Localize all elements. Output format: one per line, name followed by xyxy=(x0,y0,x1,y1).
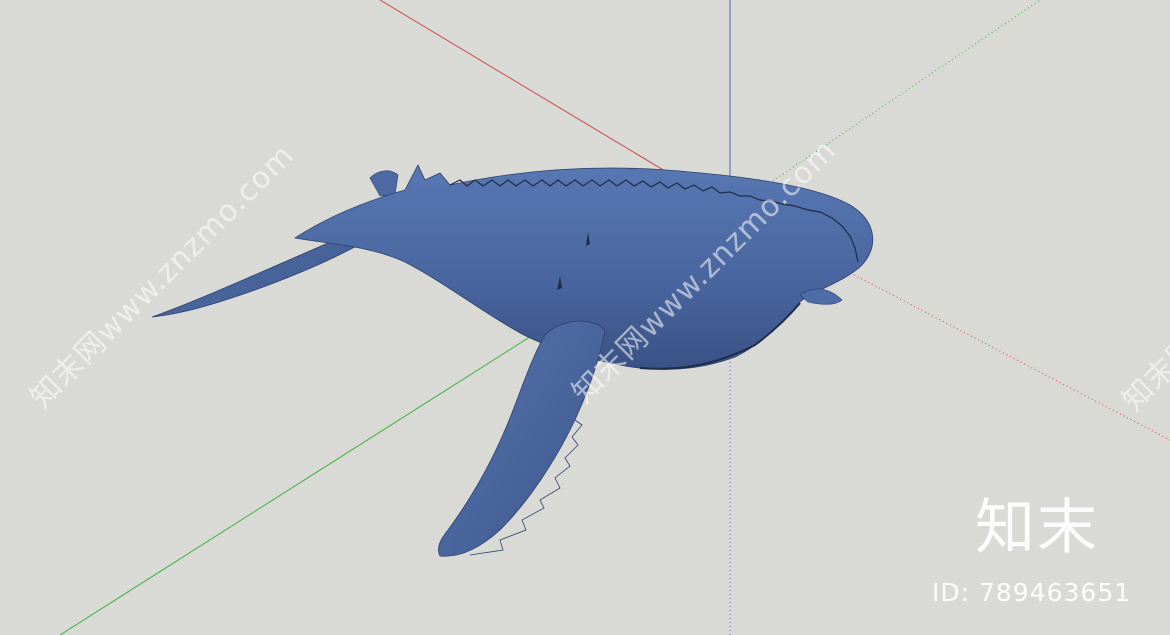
whale-rear-pectoral-fin[interactable] xyxy=(799,288,843,305)
3d-viewport[interactable]: 知末网www.znzmo.com 知末网www.znzmo.com 知末网www… xyxy=(0,0,1170,635)
green-axis-dotted-line xyxy=(729,0,1041,211)
whale-tail-tip xyxy=(369,170,399,197)
brand-logo: 知末 xyxy=(975,493,1099,563)
whale-model[interactable] xyxy=(151,164,874,557)
asset-id-label: ID: 789463651 xyxy=(932,578,1132,607)
whale-pectoral-fin[interactable] xyxy=(438,320,606,557)
